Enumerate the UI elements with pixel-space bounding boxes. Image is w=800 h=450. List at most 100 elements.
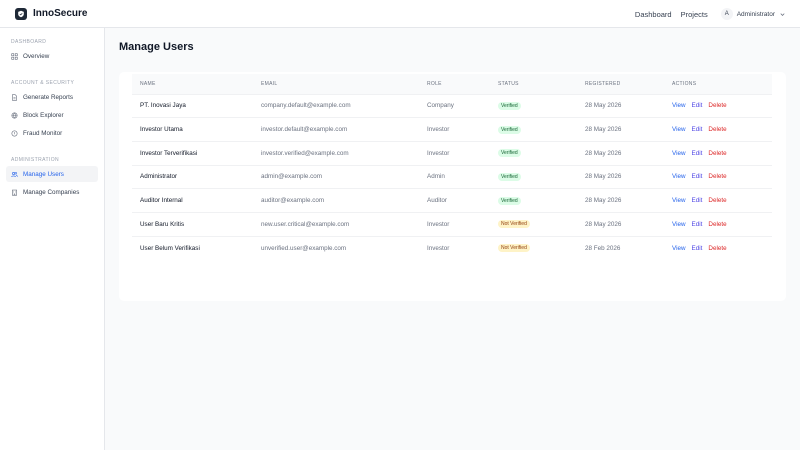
column-header-name: NAME (132, 74, 253, 94)
nav-link-dashboard[interactable]: Dashboard (635, 10, 672, 19)
status-badge: Verified (498, 196, 521, 205)
user-role-cell: Auditor (419, 188, 490, 213)
column-header-email: EMAIL (253, 74, 419, 94)
grid-icon (11, 52, 18, 60)
user-name-cell: Auditor Internal (132, 188, 253, 213)
edit-user-button[interactable]: Edit (692, 150, 703, 157)
users-table-card: NAME EMAIL ROLE STATUS REGISTERED ACTION… (119, 72, 786, 301)
view-user-button[interactable]: View (672, 173, 686, 180)
user-registered-cell: 28 May 2026 (577, 93, 664, 118)
status-badge: Not Verified (498, 244, 530, 253)
nav-link-projects[interactable]: Projects (681, 10, 708, 19)
user-actions-cell: View Edit Delete (664, 117, 772, 142)
delete-user-button[interactable]: Delete (708, 150, 726, 157)
users-table: NAME EMAIL ROLE STATUS REGISTERED ACTION… (132, 74, 772, 260)
delete-user-button[interactable]: Delete (708, 197, 726, 204)
table-header-row: NAME EMAIL ROLE STATUS REGISTERED ACTION… (132, 74, 772, 94)
brand-name: InnoSecure (33, 8, 88, 19)
page-title: Manage Users (119, 41, 194, 53)
delete-user-button[interactable]: Delete (708, 102, 726, 109)
user-role-cell: Investor (419, 117, 490, 142)
view-user-button[interactable]: View (672, 126, 686, 133)
sidebar-item-fraud-monitor[interactable]: Fraud Monitor (6, 125, 98, 141)
sidebar-section-administration: ADMINISTRATION (11, 157, 60, 163)
user-email-cell: new.user.critical@example.com (253, 211, 419, 237)
user-name-cell: Administrator (132, 164, 253, 189)
sidebar-item-manage-users[interactable]: Manage Users (6, 166, 98, 182)
view-user-button[interactable]: View (672, 197, 686, 204)
user-status-cell: Verified (490, 164, 577, 189)
user-actions-cell: View Edit Delete (664, 93, 772, 118)
delete-user-button[interactable]: Delete (708, 221, 726, 228)
top-navigation-bar: InnoSecure Dashboard Projects A Administ… (0, 0, 800, 28)
sidebar: DASHBOARD Overview ACCOUNT & SECURITY Ge… (0, 28, 105, 450)
user-role-cell: Investor (419, 235, 490, 260)
column-header-registered: REGISTERED (577, 74, 664, 94)
table-row: PT. Inovasi Jaya company.default@example.… (132, 93, 772, 118)
user-role-cell: Admin (419, 164, 490, 189)
user-status-cell: Verified (490, 188, 577, 213)
document-icon (12, 93, 17, 101)
status-badge: Verified (498, 101, 521, 110)
building-icon (12, 189, 17, 196)
table-row: Investor Terverifikasi investor.verified@… (132, 140, 772, 166)
table-row: Investor Utama investor.default@example.c… (132, 117, 772, 142)
user-status-cell: Not Verified (490, 235, 577, 260)
user-role-cell: Investor (419, 211, 490, 237)
edit-user-button[interactable]: Edit (692, 102, 703, 109)
view-user-button[interactable]: View (672, 221, 686, 228)
sidebar-item-label: Manage Users (23, 170, 64, 178)
user-actions-cell: View Edit Delete (664, 164, 772, 189)
edit-user-button[interactable]: Edit (692, 173, 703, 180)
sidebar-item-label: Fraud Monitor (23, 129, 63, 137)
sidebar-item-manage-companies[interactable]: Manage Companies (6, 184, 98, 200)
user-registered-cell: 28 May 2026 (577, 140, 664, 166)
view-user-button[interactable]: View (672, 102, 686, 109)
user-email-cell: admin@example.com (253, 164, 419, 189)
user-name-cell: Investor Utama (132, 117, 253, 142)
shield-logo-icon (15, 7, 27, 20)
sidebar-item-block-explorer[interactable]: Block Explorer (6, 107, 98, 123)
delete-user-button[interactable]: Delete (708, 173, 726, 180)
status-badge: Verified (498, 125, 521, 134)
user-email-cell: investor.verified@example.com (253, 140, 419, 166)
user-email-cell: unverified.user@example.com (253, 235, 419, 260)
status-badge: Verified (498, 172, 521, 181)
top-nav-links: Dashboard Projects A Administrator (635, 0, 786, 28)
user-actions-cell: View Edit Delete (664, 140, 772, 166)
user-actions-cell: View Edit Delete (664, 211, 772, 237)
globe-icon (11, 112, 18, 119)
brand[interactable]: InnoSecure (15, 7, 88, 20)
status-badge: Not Verified (498, 220, 530, 229)
sidebar-item-label: Overview (23, 52, 50, 60)
view-user-button[interactable]: View (672, 245, 686, 252)
status-badge: Verified (498, 149, 521, 158)
table-row: User Belum Verifikasi unverified.user@exa… (132, 235, 772, 260)
edit-user-button[interactable]: Edit (692, 126, 703, 133)
user-name-cell: User Belum Verifikasi (132, 235, 253, 260)
user-status-cell: Verified (490, 93, 577, 118)
sidebar-item-overview[interactable]: Overview (6, 48, 98, 64)
main-content: Manage Users NAME EMAIL ROLE STATUS REGI… (105, 28, 800, 450)
user-email-cell: company.default@example.com (253, 93, 419, 118)
user-status-cell: Verified (490, 117, 577, 142)
sidebar-item-generate-reports[interactable]: Generate Reports (6, 89, 98, 105)
sidebar-item-label: Manage Companies (23, 188, 80, 196)
alert-circle-icon (11, 130, 18, 136)
delete-user-button[interactable]: Delete (708, 126, 726, 133)
column-header-status: STATUS (490, 74, 577, 94)
edit-user-button[interactable]: Edit (692, 197, 703, 204)
delete-user-button[interactable]: Delete (708, 245, 726, 252)
user-name-cell: PT. Inovasi Jaya (132, 93, 253, 118)
user-registered-cell: 28 May 2026 (577, 211, 664, 237)
sidebar-section-dashboard: DASHBOARD (11, 39, 47, 45)
user-registered-cell: 28 May 2026 (577, 188, 664, 213)
column-header-actions: ACTIONS (664, 74, 772, 94)
edit-user-button[interactable]: Edit (692, 221, 703, 228)
user-role-cell: Investor (419, 140, 490, 166)
table-body: PT. Inovasi Jaya company.default@example.… (132, 93, 772, 260)
view-user-button[interactable]: View (672, 150, 686, 157)
user-role-cell: Company (419, 93, 490, 118)
user-menu[interactable]: A Administrator (720, 8, 786, 20)
edit-user-button[interactable]: Edit (692, 245, 703, 252)
